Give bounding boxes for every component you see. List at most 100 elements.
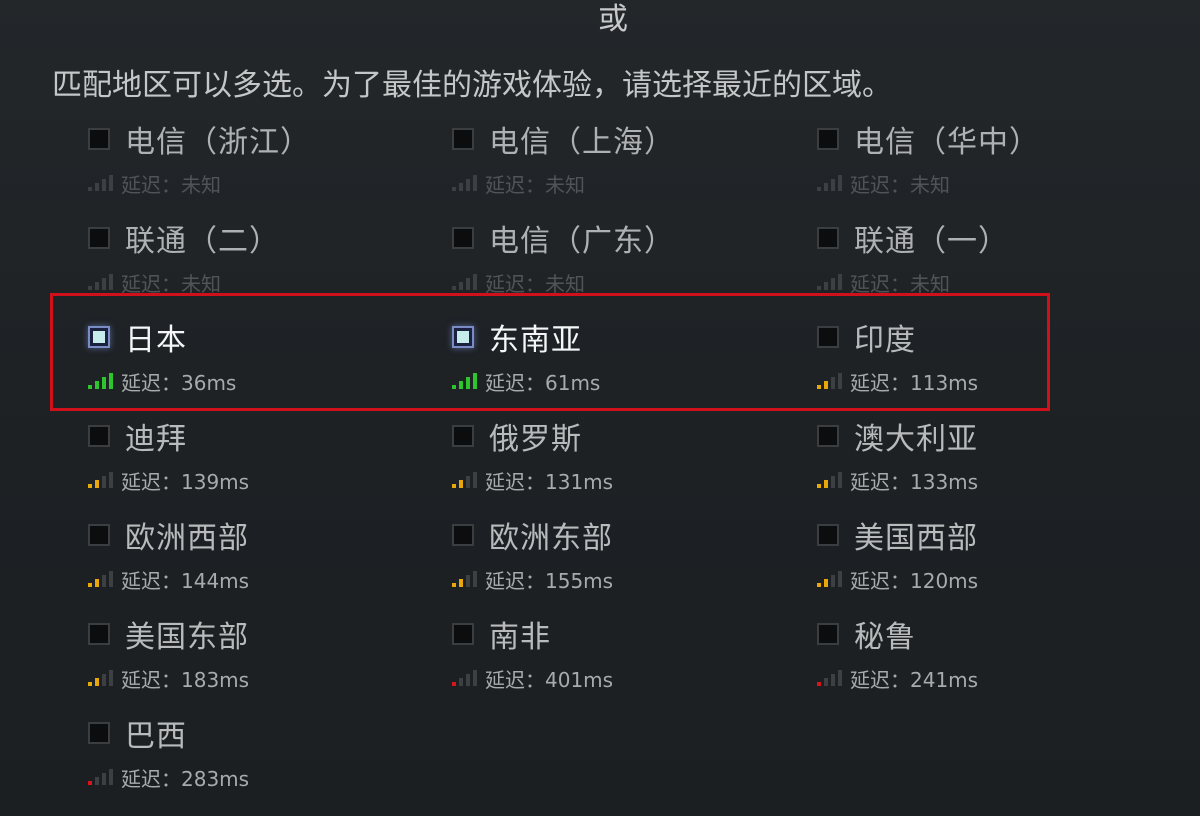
region-checkbox[interactable] (452, 425, 474, 447)
region-option[interactable]: 美国西部 延迟：120ms (815, 513, 1145, 603)
latency-text: 延迟：241ms (850, 667, 979, 692)
signal-strength-icon (450, 272, 480, 292)
signal-bar (88, 682, 92, 686)
region-option[interactable]: 南非延迟：401ms (450, 612, 780, 702)
region-latency-row: 延迟：139ms (86, 466, 249, 494)
region-checkbox[interactable] (817, 227, 839, 249)
signal-strength-icon (815, 470, 845, 490)
region-checkbox[interactable] (88, 524, 110, 546)
region-option-header: 美国西部 (815, 513, 978, 557)
region-checkbox[interactable] (452, 128, 474, 150)
region-option[interactable]: 秘鲁延迟：241ms (815, 612, 1145, 702)
latency-text: 延迟：144ms (121, 568, 250, 593)
latency-text: 延迟：183ms (121, 667, 250, 692)
signal-bar (459, 282, 463, 290)
signal-strength-icon (450, 668, 480, 688)
region-option-header: 电信（广东） (450, 216, 675, 260)
signal-bar (102, 773, 106, 785)
signal-strength-icon (86, 668, 116, 688)
region-name: 俄罗斯 (489, 422, 582, 457)
signal-bar (831, 674, 835, 686)
signal-bar (95, 282, 99, 290)
signal-bar (824, 183, 828, 191)
signal-bar (452, 484, 456, 488)
region-checkbox[interactable] (817, 524, 839, 546)
region-option[interactable]: 欧洲东部 延迟：155ms (450, 513, 780, 603)
signal-bar (459, 183, 463, 191)
region-option[interactable]: 电信（华中） 延迟：未知 (815, 117, 1145, 207)
region-latency-row: 延迟：401ms (450, 664, 613, 692)
latency-text: 延迟：401ms (485, 667, 614, 692)
signal-strength-icon (815, 272, 845, 292)
region-option[interactable]: 迪拜 延迟：139ms (86, 414, 416, 504)
signal-bar (838, 670, 842, 686)
signal-bar (473, 175, 477, 191)
signal-bar (473, 472, 477, 488)
latency-text: 延迟：未知 (121, 172, 221, 197)
signal-bar (831, 476, 835, 488)
region-option[interactable]: 俄罗斯延迟：131ms (450, 414, 780, 504)
region-option-header: 联通（一） (815, 216, 1009, 260)
region-checkbox[interactable] (452, 227, 474, 249)
region-latency-row: 延迟：131ms (450, 466, 613, 494)
region-option[interactable]: 电信（上海） 延迟：未知 (450, 117, 780, 207)
latency-text: 延迟：未知 (485, 172, 585, 197)
signal-bar (452, 682, 456, 686)
region-option[interactable]: 电信（浙江） 延迟：未知 (86, 117, 416, 207)
region-option-header: 联通（二） (86, 216, 280, 260)
region-checkbox[interactable] (88, 227, 110, 249)
region-option-header: 电信（上海） (450, 117, 675, 161)
region-name: 电信（上海） (489, 125, 675, 160)
region-latency-row: 延迟：未知 (815, 268, 950, 296)
signal-bar (459, 678, 463, 686)
region-latency-row: 延迟：未知 (815, 169, 950, 197)
region-name: 联通（一） (854, 224, 1009, 259)
signal-bar (95, 480, 99, 488)
region-checkbox[interactable] (88, 128, 110, 150)
signal-strength-icon (815, 173, 845, 193)
region-checkbox[interactable] (88, 623, 110, 645)
signal-strength-icon (86, 470, 116, 490)
region-option[interactable]: 欧洲西部延迟：144ms (86, 513, 416, 603)
signal-bar (102, 476, 106, 488)
region-checkbox[interactable] (452, 524, 474, 546)
region-name: 电信（华中） (854, 125, 1040, 160)
signal-bar (466, 476, 470, 488)
region-checkbox[interactable] (88, 425, 110, 447)
region-option[interactable]: 巴西 延迟：283ms (86, 711, 416, 801)
signal-bar (824, 678, 828, 686)
signal-bar (466, 179, 470, 191)
signal-bar (838, 274, 842, 290)
signal-bar (95, 183, 99, 191)
signal-bar (817, 583, 821, 587)
region-option-header: 欧洲西部 (86, 513, 249, 557)
region-option[interactable]: 美国东部 延迟：183ms (86, 612, 416, 702)
signal-strength-icon (450, 173, 480, 193)
signal-bar (838, 175, 842, 191)
signal-bar (817, 187, 821, 191)
region-checkbox[interactable] (817, 128, 839, 150)
signal-strength-icon (450, 470, 480, 490)
region-latency-row: 延迟：未知 (86, 169, 221, 197)
region-checkbox[interactable] (817, 425, 839, 447)
signal-bar (824, 480, 828, 488)
signal-bar (473, 571, 477, 587)
region-name: 电信（广东） (489, 224, 675, 259)
latency-text: 延迟：131ms (485, 469, 614, 494)
region-checkbox[interactable] (817, 623, 839, 645)
region-checkbox[interactable] (88, 722, 110, 744)
region-option[interactable]: 澳大利亚 延迟：133ms (815, 414, 1145, 504)
region-option-header: 俄罗斯 (450, 414, 582, 458)
signal-bar (831, 179, 835, 191)
signal-bar (102, 674, 106, 686)
signal-bar (459, 480, 463, 488)
latency-text: 延迟：155ms (485, 568, 614, 593)
signal-bar (109, 769, 113, 785)
signal-bar (817, 286, 821, 290)
region-name: 秘鲁 (854, 620, 916, 655)
signal-bar (452, 286, 456, 290)
region-name: 南非 (489, 620, 551, 655)
region-latency-row: 延迟：未知 (86, 268, 221, 296)
region-checkbox[interactable] (452, 623, 474, 645)
signal-bar (452, 187, 456, 191)
